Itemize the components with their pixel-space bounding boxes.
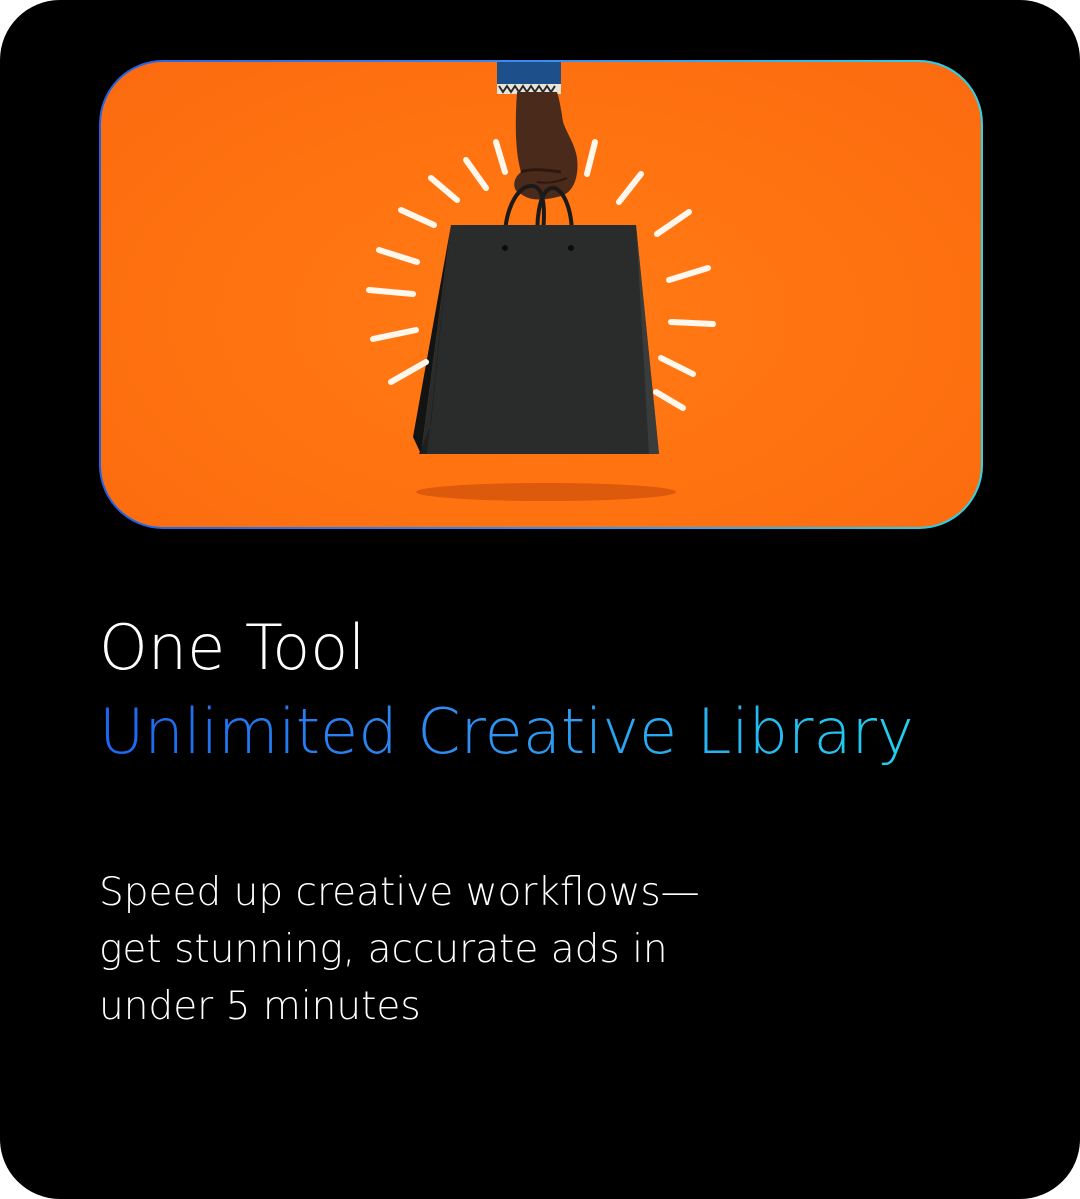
description-line-3: under 5 minutes [99, 984, 421, 1029]
hand [514, 92, 578, 200]
bag-shadow [416, 483, 676, 501]
hero-image [101, 62, 981, 527]
hero-image-frame [99, 60, 983, 529]
headline-subtitle: Unlimited Creative Library [99, 690, 914, 774]
bag-body [413, 225, 659, 454]
sleeve [497, 62, 561, 94]
description: Speed up creative workflows— get stunnin… [99, 864, 799, 1035]
description-line-2: get stunning, accurate ads in [99, 927, 668, 972]
headline-title: One Tool [99, 611, 366, 684]
description-line-1: Speed up creative workflows— [99, 870, 700, 915]
headline: One Tool Unlimited Creative Library [99, 606, 1039, 774]
promo-card: One Tool Unlimited Creative Library Spee… [0, 0, 1080, 1199]
shopping-bag-illustration [366, 62, 716, 501]
